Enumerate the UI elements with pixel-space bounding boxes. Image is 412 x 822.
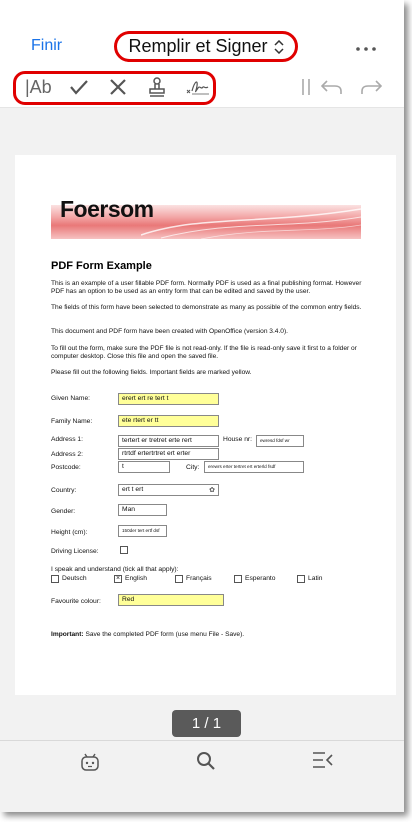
paragraph-intro: This is an example of a user fillable PD… bbox=[51, 280, 362, 296]
country-select[interactable]: ert t ert ✿ bbox=[118, 484, 219, 496]
signature-icon[interactable] bbox=[186, 76, 210, 98]
height-label: Height (cm): bbox=[51, 529, 88, 536]
paragraph-instructions: Please fill out the following fields. Im… bbox=[51, 369, 252, 376]
checkbox-deutsch[interactable] bbox=[51, 575, 59, 583]
checkmark-icon[interactable] bbox=[70, 76, 88, 98]
paragraph-fields: The fields of this form have been select… bbox=[51, 304, 362, 311]
country-label: Country: bbox=[51, 487, 77, 494]
bottom-toolbar bbox=[0, 740, 404, 812]
gender-label: Gender: bbox=[51, 508, 76, 515]
important-label: Important: bbox=[51, 631, 84, 638]
gender-field[interactable]: Man bbox=[118, 504, 167, 516]
given-name-label: Given Name: bbox=[51, 395, 91, 402]
checkbox-esperanto[interactable] bbox=[234, 575, 242, 583]
assistant-icon[interactable] bbox=[80, 751, 100, 778]
city-label: City: bbox=[186, 464, 200, 471]
document-title: PDF Form Example bbox=[51, 260, 152, 272]
important-note: Important: Save the completed PDF form (… bbox=[51, 631, 369, 639]
page-indicator: 1 / 1 bbox=[172, 710, 241, 737]
driving-license-checkbox[interactable] bbox=[120, 546, 128, 554]
languages-label: I speak and understand (tick all that ap… bbox=[51, 566, 179, 573]
redo-icon[interactable] bbox=[360, 76, 382, 98]
house-nr-label: House nr: bbox=[223, 436, 252, 443]
checkbox-latin-label: Latin bbox=[308, 575, 323, 582]
checkbox-english[interactable]: × bbox=[114, 575, 122, 583]
postcode-label: Postcode: bbox=[51, 464, 81, 471]
cross-icon[interactable] bbox=[110, 76, 126, 98]
checkbox-esperanto-label: Esperanto bbox=[245, 575, 276, 582]
done-button[interactable]: Finir bbox=[31, 37, 62, 55]
city-field[interactable]: erewrs erter tertret ert erterld fsdf bbox=[204, 461, 304, 473]
title-selector[interactable]: Remplir et Signer bbox=[114, 31, 298, 62]
paragraph-readonly: To fill out the form, make sure the PDF … bbox=[51, 345, 357, 361]
colour-field[interactable]: Red bbox=[118, 594, 224, 606]
undo-icon[interactable] bbox=[321, 76, 343, 98]
checkbox-francais-label: Français bbox=[186, 575, 212, 582]
stamp-icon[interactable] bbox=[148, 76, 166, 98]
fill-sign-toolbar: |Ab bbox=[0, 68, 404, 108]
pause-icon[interactable] bbox=[301, 76, 311, 98]
address2-label: Address 2: bbox=[51, 451, 83, 458]
driving-license-label: Driving License: bbox=[51, 548, 99, 555]
colour-label: Favourite colour: bbox=[51, 598, 101, 605]
checkbox-deutsch-label: Deutsch bbox=[62, 575, 87, 582]
checkbox-latin[interactable] bbox=[297, 575, 305, 583]
checkbox-english-label: English bbox=[125, 575, 147, 582]
paragraph-openoffice: This document and PDF form have been cre… bbox=[51, 328, 289, 335]
search-icon[interactable] bbox=[196, 751, 216, 776]
given-name-field[interactable]: erert ert re tert t bbox=[118, 393, 219, 405]
height-field[interactable]: 150der tert ertf dsf bbox=[118, 525, 167, 537]
app-window: Finir Remplir et Signer |Ab Foersom PDF … bbox=[0, 0, 404, 812]
page-title: Remplir et Signer bbox=[128, 36, 268, 56]
family-name-field[interactable]: ete rtert er tt bbox=[118, 415, 219, 427]
country-value: ert t ert bbox=[122, 486, 144, 493]
document-viewer[interactable]: Foersom PDF Form Example This is an exam… bbox=[0, 109, 404, 740]
important-text: Save the completed PDF form (use menu Fi… bbox=[83, 631, 245, 638]
header: Finir Remplir et Signer bbox=[0, 0, 404, 68]
address1-field[interactable]: tertert er tretret erte rert bbox=[118, 435, 219, 447]
foersom-logo: Foersom bbox=[60, 196, 154, 222]
dropdown-icon: ✿ bbox=[209, 487, 215, 494]
text-tool-button[interactable]: |Ab bbox=[25, 76, 52, 98]
pdf-page[interactable]: Foersom PDF Form Example This is an exam… bbox=[15, 155, 396, 695]
family-name-label: Family Name: bbox=[51, 418, 93, 425]
house-nr-field[interactable]: ewresd fdsf wr bbox=[256, 435, 304, 447]
address2-field[interactable]: rtrtdf ertertrtret ert erter bbox=[118, 448, 219, 460]
chevron-up-down-icon bbox=[274, 39, 284, 54]
checkbox-francais[interactable] bbox=[175, 575, 183, 583]
address1-label: Address 1: bbox=[51, 436, 83, 443]
outline-menu-icon[interactable] bbox=[312, 751, 334, 774]
more-options-icon[interactable] bbox=[355, 36, 377, 57]
postcode-field[interactable]: t bbox=[118, 461, 170, 473]
